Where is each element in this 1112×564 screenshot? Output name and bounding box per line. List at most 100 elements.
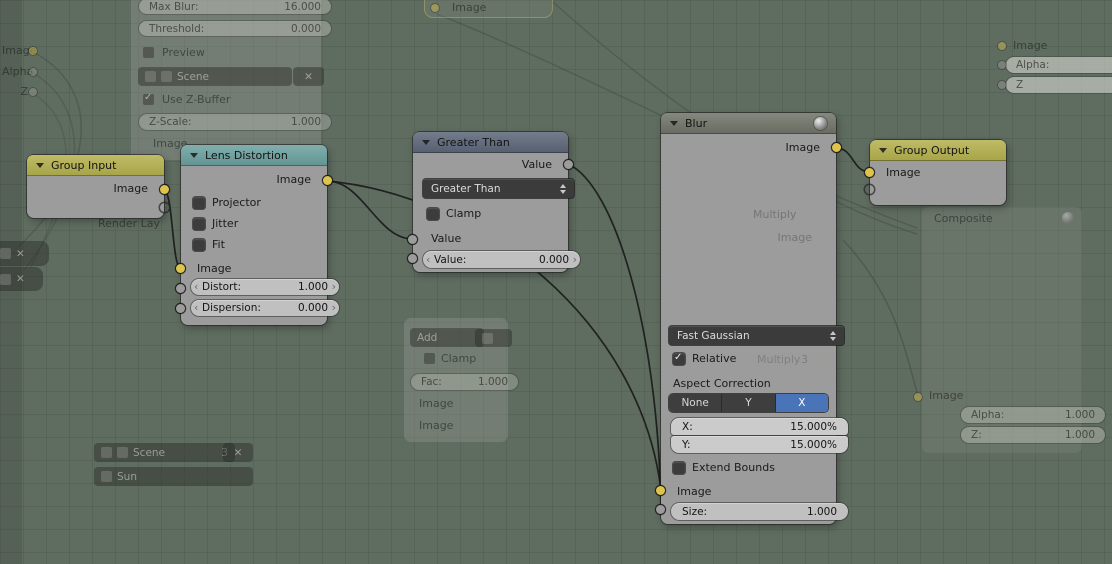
group-output-virtual-socket[interactable] (865, 185, 874, 194)
blur-filter-dropdown[interactable]: Fast Gaussian (669, 326, 844, 345)
lens-image-in-socket[interactable] (176, 264, 185, 273)
faded-multiply2-label: Multiply (757, 353, 801, 366)
greater-than-node[interactable]: Greater Than Value Greater Than Clamp Va… (408, 132, 580, 272)
extend-bounds-checkbox[interactable] (673, 462, 685, 474)
blur-size-socket[interactable] (656, 505, 665, 514)
link-greater-blur-size (567, 163, 662, 510)
faded-tr-alpha-socket (998, 61, 1006, 69)
lens-image-out-socket[interactable] (323, 176, 332, 185)
greater-value-in-label: Value (431, 232, 462, 245)
jitter-label: Jitter (212, 217, 239, 230)
faded-composite-z-label: Z: (971, 429, 982, 441)
faded-left-z-socket (29, 88, 37, 96)
blur-image-out-label: Image (785, 141, 820, 154)
greater-value-out-socket[interactable] (564, 160, 573, 169)
close-icon: ✕ (233, 446, 243, 459)
scene-icon (145, 71, 156, 82)
faded-tr-z-slider: Z (1006, 77, 1112, 93)
faded-math-op-label: Add (417, 331, 438, 344)
faded-fac-value: 1.000 (477, 376, 508, 388)
distort-value: 1.000 (297, 281, 328, 293)
lens-distort-socket[interactable] (176, 284, 185, 293)
faded-scene-field: Scene (139, 68, 291, 85)
close-icon: ✕ (16, 247, 25, 260)
collapse-arrow-icon[interactable] (670, 121, 678, 126)
link-groupinput-lens (163, 189, 182, 270)
image-icon (0, 248, 11, 259)
blur-size-slider[interactable]: Size: 1.000 (671, 503, 848, 520)
group-input-image-out-socket[interactable] (160, 185, 169, 194)
updown-arrows-icon (830, 330, 836, 341)
projector-checkbox[interactable] (193, 197, 205, 209)
collapse-arrow-icon[interactable] (190, 153, 198, 158)
aspect-none-button[interactable]: None (669, 394, 723, 412)
faded-math-image2-label: Image (419, 419, 454, 432)
group-input-title: Group Input (51, 159, 117, 172)
clamp-checkbox[interactable] (427, 208, 439, 220)
group-output-node[interactable]: Group Output Image (865, 140, 1006, 205)
collapse-arrow-icon[interactable] (36, 163, 44, 168)
relative-checkbox[interactable] (673, 352, 685, 365)
faded-sun-field: Sun (95, 468, 252, 485)
browse-icon (117, 447, 128, 458)
lens-distortion-header[interactable]: Lens Distortion (181, 145, 327, 166)
math-operation-dropdown[interactable]: Greater Than (423, 179, 574, 198)
aspect-x-button[interactable]: X (775, 394, 828, 412)
blur-image-in-socket[interactable] (656, 486, 665, 495)
faded-sun-label: Sun (117, 470, 137, 483)
greater-value-slider[interactable]: Value: 0.000 (423, 251, 580, 268)
faded-tr-z-label: Z (1016, 79, 1024, 91)
faded-zscale-slider: Z-Scale: 1.000 (139, 114, 331, 130)
faded-tr-z-socket (998, 81, 1006, 89)
faded-math-op-dropdown: Add (411, 329, 483, 346)
faded-composite-image-socket (914, 393, 922, 401)
faded-count-label: 3 (801, 353, 808, 366)
blur-image-out-socket[interactable] (832, 143, 841, 152)
group-output-title: Group Output (894, 144, 970, 157)
greater-value-out-label: Value (521, 158, 552, 171)
collapse-arrow-icon[interactable] (879, 148, 887, 153)
blur-x-label: X: (682, 420, 693, 433)
lens-distortion-node[interactable]: Lens Distortion Image Projector Jitter F… (176, 145, 339, 325)
group-output-header[interactable]: Group Output (870, 140, 1006, 161)
blur-y-value: 15.000% (790, 438, 837, 451)
faded-viewer-image-label: Image (452, 1, 487, 14)
blur-header[interactable]: Blur (661, 113, 836, 134)
dispersion-slider[interactable]: Dispersion: 0.000 (191, 300, 339, 316)
faded-composite-title: Composite (934, 212, 993, 225)
lens-distortion-title: Lens Distortion (205, 149, 288, 162)
faded-math-clamp-checkbox (424, 353, 435, 364)
distort-slider[interactable]: Distort: 1.000 (191, 279, 339, 295)
group-output-image-in-socket[interactable] (865, 168, 874, 177)
faded-math-extra-icons (476, 330, 511, 346)
lens-dispersion-socket[interactable] (176, 304, 185, 313)
faded-threshold-label: Threshold: (149, 22, 205, 35)
blur-node[interactable]: Blur Image Multiply Image Fast Gaussian … (656, 113, 848, 524)
faded-left-alpha-label: Alpha (2, 65, 34, 78)
greater-value-slider-label: Value: (434, 253, 467, 266)
greater-value2-socket[interactable] (408, 254, 417, 263)
group-input-node[interactable]: Group Input Image (27, 155, 169, 218)
jitter-checkbox[interactable] (193, 218, 205, 230)
fit-checkbox[interactable] (193, 239, 205, 251)
collapse-arrow-icon[interactable] (422, 140, 430, 145)
aspect-y-button[interactable]: Y (722, 394, 776, 412)
greater-than-header[interactable]: Greater Than (413, 132, 568, 153)
blur-x-slider[interactable]: X: 15.000% (671, 418, 848, 435)
faded-zscale-label: Z-Scale: (149, 116, 192, 128)
faded-viewer-socket (431, 4, 439, 12)
close-icon: ✕ (16, 273, 25, 285)
greater-value-in-socket[interactable] (408, 235, 417, 244)
faded-image-label: Image (777, 231, 812, 244)
node-editor-canvas[interactable]: Max Blur: 16.000 Threshold: 0.000 Previe… (0, 0, 1112, 564)
faded-composite-alpha-label: Alpha: (971, 409, 1005, 421)
faded-mini-node-2: ✕ (0, 268, 42, 290)
faded-bottom-scene-label: Scene (133, 446, 166, 459)
faded-math-image1-label: Image (419, 397, 454, 410)
group-input-virtual-socket[interactable] (160, 203, 169, 212)
link-lens-greater (326, 180, 414, 240)
updown-arrows-icon (560, 183, 566, 194)
group-input-header[interactable]: Group Input (27, 155, 164, 176)
dispersion-value: 0.000 (297, 302, 328, 314)
blur-y-slider[interactable]: Y: 15.000% (671, 436, 848, 453)
